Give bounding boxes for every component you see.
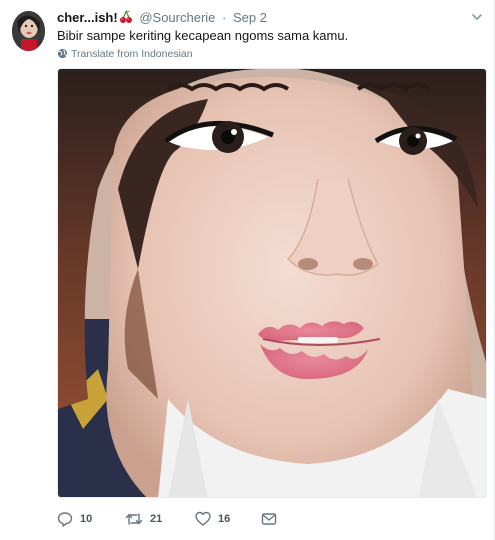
separator-dot: ·	[222, 10, 227, 25]
tweet-header: cher...ish! @Sourcherie · Sep 2	[57, 9, 267, 27]
like-count: 16	[218, 513, 231, 525]
reply-icon	[57, 512, 73, 527]
tweet-card[interactable]: cher...ish! @Sourcherie · Sep 2 Bibir sa…	[0, 0, 495, 540]
tweet-timestamp[interactable]: Sep 2	[233, 10, 267, 25]
chevron-down-icon[interactable]	[470, 10, 484, 24]
retweet-count: 21	[150, 513, 163, 525]
reply-count: 10	[80, 513, 93, 525]
user-handle[interactable]: @Sourcherie	[139, 10, 215, 25]
like-button[interactable]: 16	[195, 509, 230, 529]
translate-label: Translate from Indonesian	[71, 48, 193, 60]
translate-link[interactable]: Translate from Indonesian	[57, 47, 193, 63]
direct-message-button[interactable]	[261, 509, 284, 529]
retweet-button[interactable]: 21	[125, 509, 162, 529]
user-avatar[interactable]	[12, 11, 45, 51]
selfie-photo[interactable]	[57, 68, 487, 498]
heart-icon	[195, 511, 211, 526]
envelope-icon	[261, 513, 277, 525]
tweet-text: Bibir sampe keriting kecapean ngoms sama…	[57, 28, 349, 43]
retweet-icon	[125, 513, 143, 525]
reply-button[interactable]: 10	[57, 509, 92, 529]
display-name[interactable]: cher...ish!	[57, 10, 118, 25]
globe-icon	[57, 48, 68, 63]
